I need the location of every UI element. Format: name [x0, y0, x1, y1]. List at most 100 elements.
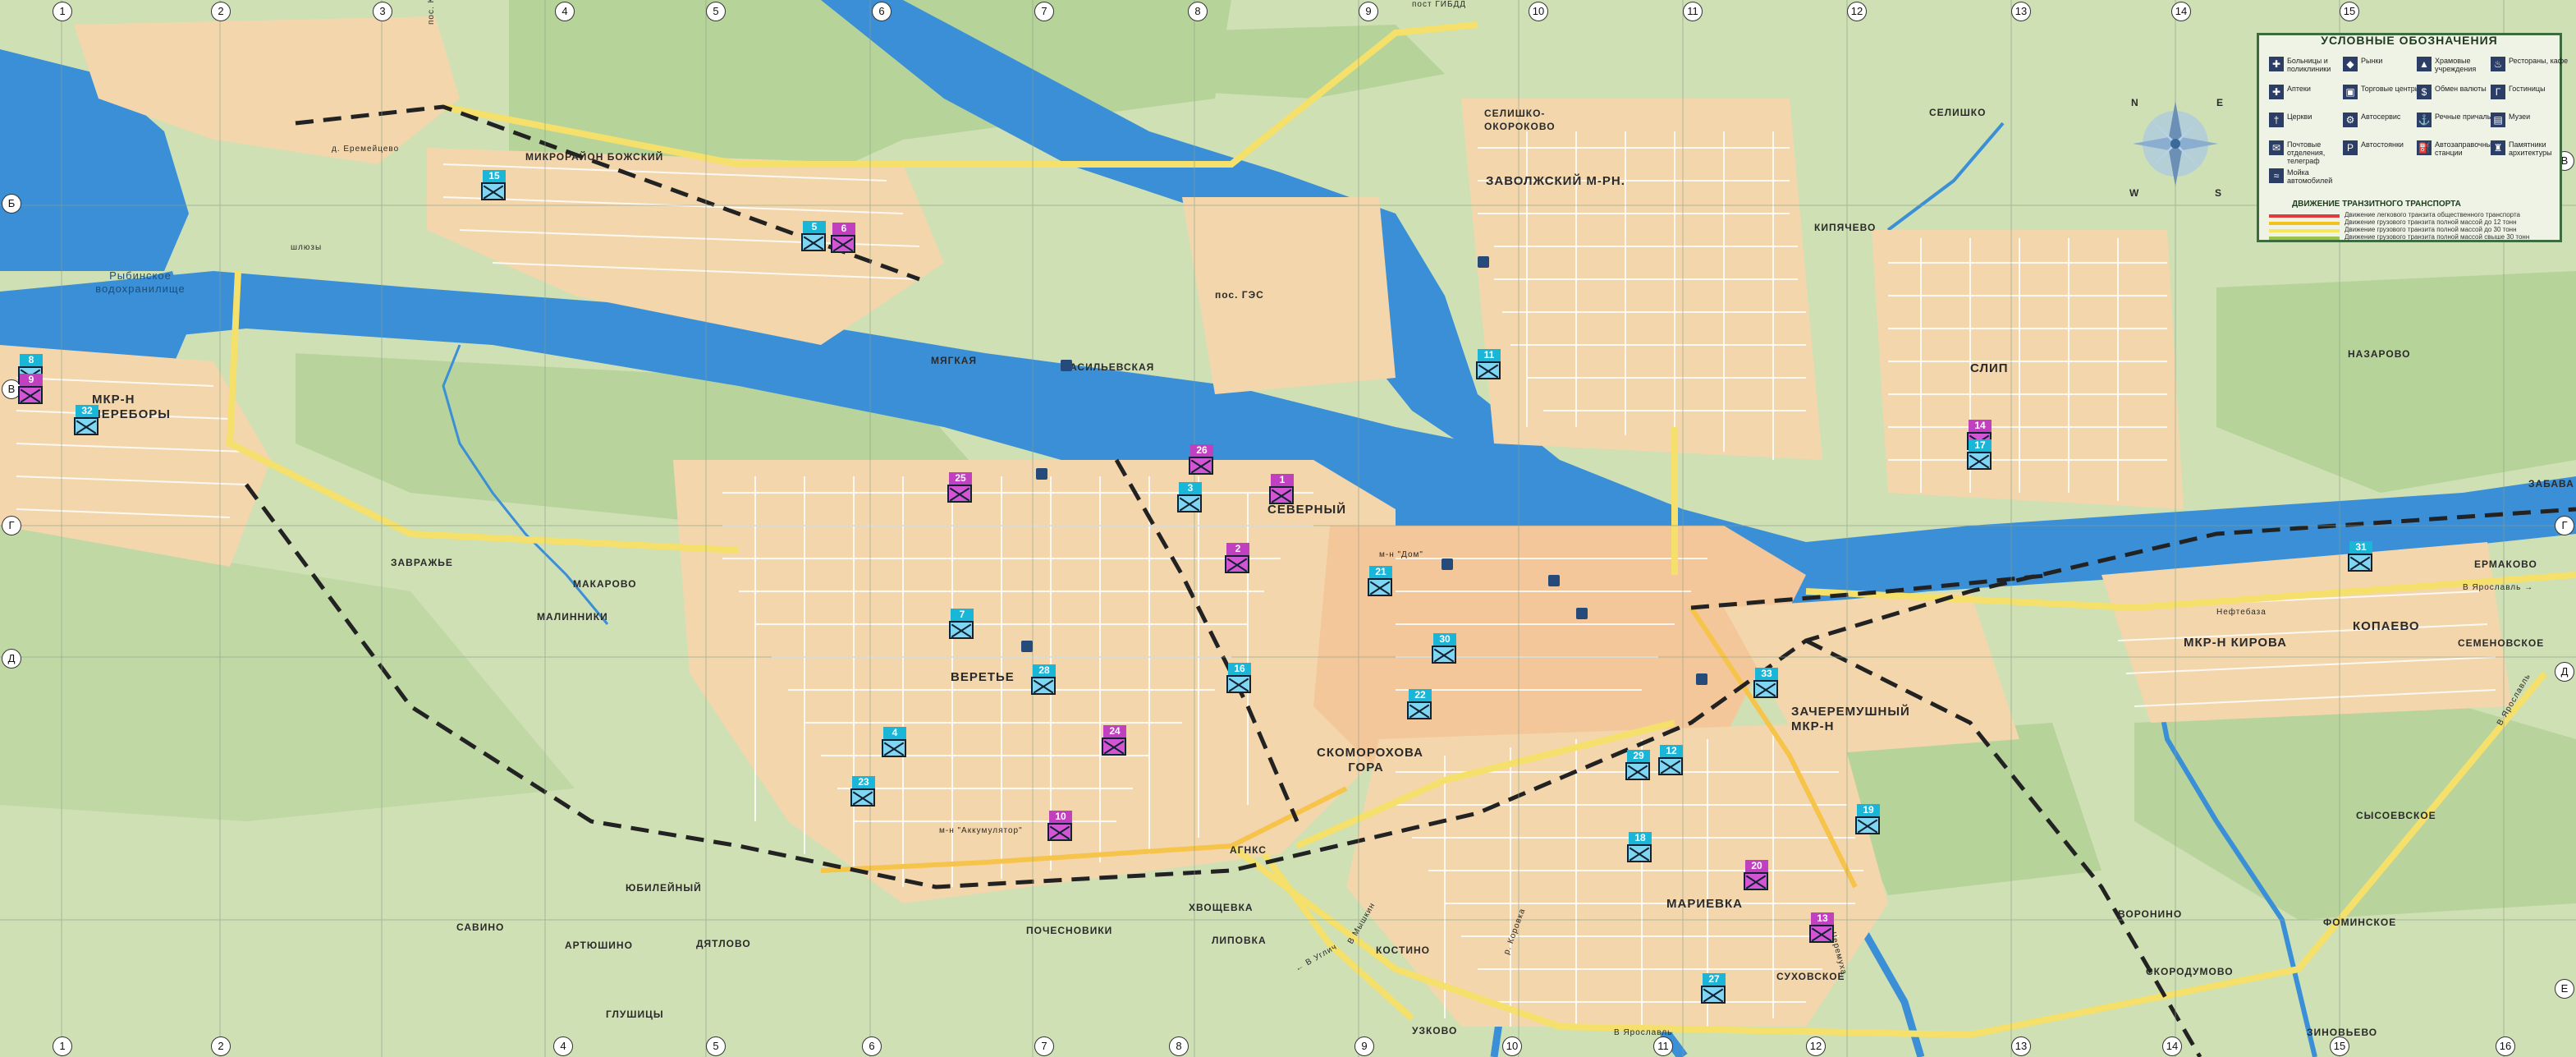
- post-office-marker[interactable]: 32: [74, 405, 99, 435]
- post-office-marker[interactable]: 6: [831, 223, 855, 253]
- grid-col-label: 13: [2011, 1036, 2031, 1056]
- post-office-marker[interactable]: 16: [1226, 663, 1251, 693]
- district-label: КОПАЕВО: [2353, 619, 2420, 633]
- post-office-marker[interactable]: 28: [1031, 664, 1056, 695]
- legend-item-label: Музеи: [2509, 113, 2531, 121]
- grid-col-label: 8: [1188, 2, 1208, 21]
- post-office-marker[interactable]: 22: [1407, 689, 1432, 719]
- grid-col-label: 5: [706, 2, 726, 21]
- post-office-marker[interactable]: 12: [1658, 745, 1683, 775]
- post-office-number: 7: [951, 609, 974, 621]
- grid-col-label: 6: [862, 1036, 882, 1056]
- map-legend: УСЛОВНЫЕ ОБОЗНАЧЕНИЯ ✚ Больницы и поликли…: [2257, 33, 2568, 242]
- car-wash-icon: ≈: [2269, 168, 2284, 183]
- post-office-marker[interactable]: 21: [1368, 566, 1392, 596]
- place-label: СЕЛИШКО-ОКОРОКОВО: [1484, 108, 1556, 132]
- post-office-number: 26: [1190, 444, 1213, 457]
- grid-col-label: 11: [1683, 2, 1703, 21]
- parking-icon: P: [2343, 140, 2358, 155]
- grid-col-label: 12: [1847, 2, 1867, 21]
- grid-col-label: 1: [53, 1036, 72, 1056]
- place-label: МЯГКАЯ: [931, 355, 978, 366]
- compass-w-label: W: [2129, 187, 2140, 199]
- post-office-number: 15: [483, 170, 506, 182]
- post-office-number: 18: [1629, 832, 1652, 844]
- post-office-marker[interactable]: 18: [1627, 832, 1652, 862]
- post-office-number: 23: [852, 776, 875, 788]
- port-icon: [1061, 360, 1072, 371]
- place-label: МАКАРОВО: [573, 578, 637, 590]
- shopping-icon: ▣: [2343, 85, 2358, 99]
- post-office-marker[interactable]: 30: [1432, 633, 1456, 664]
- post-office-marker[interactable]: 33: [1753, 668, 1778, 698]
- post-office-marker[interactable]: 24: [1102, 725, 1126, 756]
- place-label: НАЗАРОВО: [2348, 348, 2411, 360]
- post-office-marker[interactable]: 11: [1476, 349, 1501, 379]
- grid-col-label: 15: [2340, 2, 2359, 21]
- pharmacy-icon: ✚: [2269, 85, 2284, 99]
- post-office-number: 30: [1433, 633, 1456, 646]
- place-label: ПОЧЕСНОВИКИ: [1026, 925, 1113, 936]
- compass-n-label: N: [2131, 97, 2139, 108]
- post-office-marker[interactable]: 10: [1047, 811, 1072, 841]
- exchange-icon: $: [2417, 85, 2432, 99]
- place-label: АРТЮШИНО: [565, 940, 633, 951]
- post-office-marker[interactable]: 7: [949, 609, 974, 639]
- place-label: ЕРМАКОВО: [2474, 558, 2537, 570]
- place-label: ЗАБАВА: [2528, 478, 2574, 489]
- transit-title: ДВИЖЕНИЕ ТРАНЗИТНОГО ТРАНСПОРТА: [2292, 200, 2461, 209]
- post-office-number: 28: [1033, 664, 1056, 677]
- pharmacy-icon: [1696, 673, 1707, 685]
- post-office-marker[interactable]: 29: [1625, 750, 1650, 780]
- hotel-icon: Г: [2491, 85, 2505, 99]
- place-label: КОСТИНО: [1376, 944, 1430, 956]
- post-office-marker[interactable]: 27: [1701, 973, 1726, 1004]
- post-office-marker[interactable]: 4: [882, 727, 906, 757]
- place-label: пост ГИБДД: [1412, 0, 1467, 9]
- place-label: МИКРОРАЙОН БОЖСКИЙ: [525, 151, 664, 163]
- place-label: пос. Каменники: [427, 0, 436, 25]
- district-label: СЛИП: [1970, 361, 2009, 375]
- post-office-number: 8: [20, 354, 43, 366]
- district-label: ЗАЧЕРЕМУШНЫЙ МКР-Н: [1791, 705, 1910, 733]
- post-office-marker[interactable]: 3: [1177, 482, 1202, 512]
- post-office-marker[interactable]: 20: [1744, 860, 1768, 890]
- transit-line-2: [2269, 222, 2340, 225]
- city-map[interactable]: 1 2 3 4 5 6 7 8 9 10 11 12 13 14 15 1 2 …: [0, 0, 2576, 1057]
- grid-col-label: 3: [373, 2, 392, 21]
- port-icon: ⚓: [2417, 113, 2432, 127]
- post-office-marker[interactable]: 15: [481, 170, 506, 200]
- legend-title: УСЛОВНЫЕ ОБОЗНАЧЕНИЯ: [2321, 34, 2498, 47]
- post-office-marker[interactable]: 26: [1189, 444, 1213, 475]
- compass-s-label: S: [2215, 187, 2223, 199]
- place-label: УЗКОВО: [1412, 1025, 1458, 1036]
- grid-col-label: 8: [1169, 1036, 1189, 1056]
- place-label: ЗИНОВЬЕВО: [2307, 1027, 2378, 1038]
- post-office-marker[interactable]: 19: [1855, 804, 1880, 834]
- legend-item-label: Мойка автомобилей: [2287, 168, 2333, 185]
- post-office-marker[interactable]: 31: [2348, 541, 2372, 572]
- museum-icon: [1442, 558, 1453, 570]
- post-office-number: 4: [883, 727, 906, 739]
- post-office-marker[interactable]: 17: [1967, 439, 1992, 470]
- place-label: ЮБИЛЕЙНЫЙ: [626, 882, 702, 894]
- transit-line-3: [2269, 229, 2340, 232]
- post-office-marker[interactable]: 25: [947, 472, 972, 503]
- grid-col-label: 7: [1034, 2, 1054, 21]
- place-label: м-н "Дом": [1379, 550, 1423, 559]
- parking-icon: [1478, 256, 1489, 268]
- post-office-marker[interactable]: 1: [1269, 474, 1294, 504]
- post-office-number: 11: [1478, 349, 1501, 361]
- place-label: АГНКС: [1230, 844, 1267, 856]
- post-office-marker[interactable]: 9: [18, 374, 43, 404]
- post-office-marker[interactable]: 13: [1809, 912, 1834, 943]
- post-office-number: 2: [1226, 543, 1249, 555]
- post-office-marker[interactable]: 23: [850, 776, 875, 807]
- restaurant-icon: ♨: [2491, 57, 2505, 71]
- grid-col-label: 10: [1502, 1036, 1522, 1056]
- place-label: САВИНО: [456, 921, 505, 933]
- post-office-number: 1: [1271, 474, 1294, 486]
- place-label: Нефтебаза: [2216, 608, 2267, 617]
- post-office-marker[interactable]: 2: [1225, 543, 1249, 573]
- post-office-marker[interactable]: 5: [801, 221, 826, 251]
